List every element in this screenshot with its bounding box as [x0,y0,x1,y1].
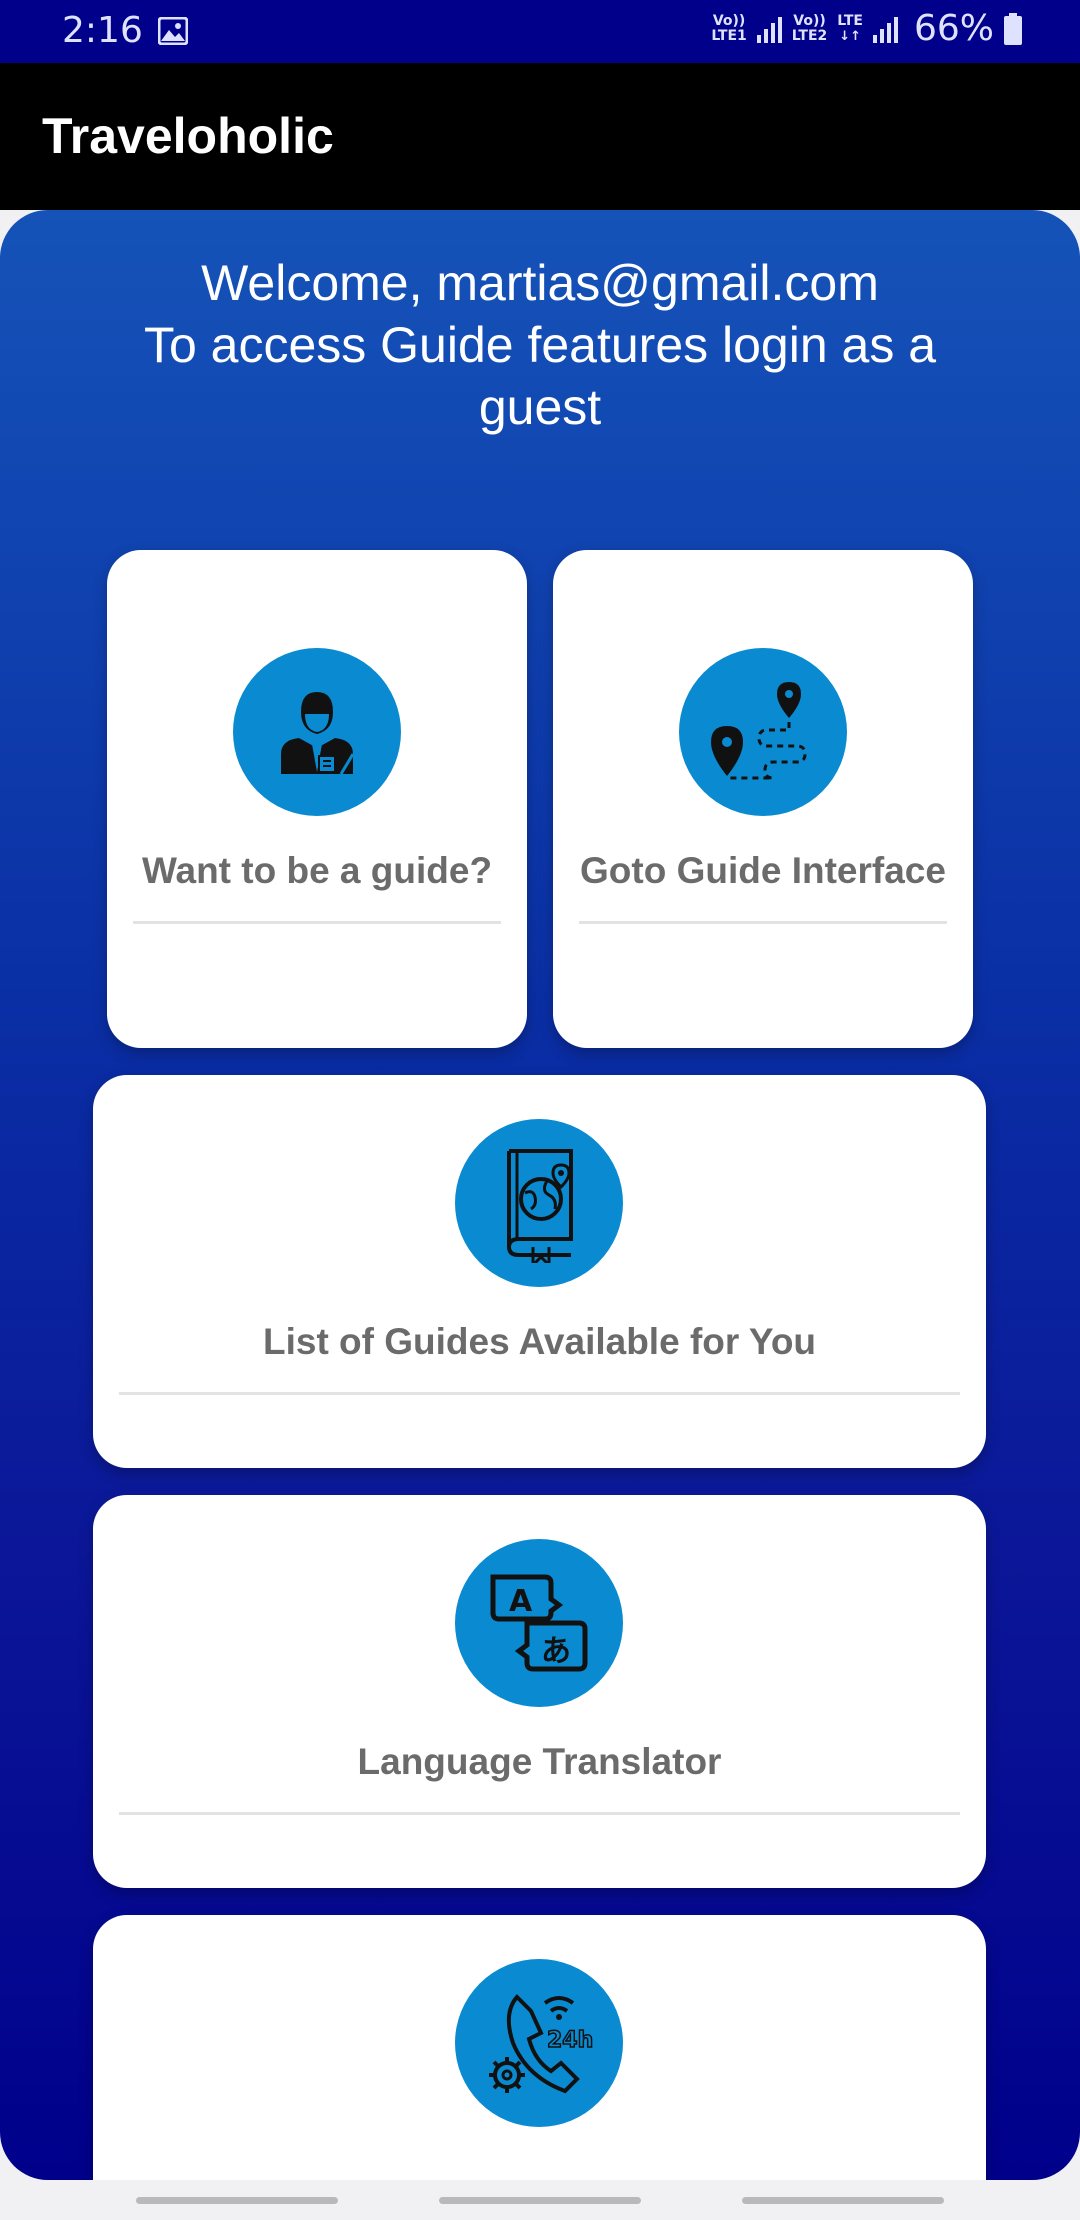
signal-2-icon [872,15,898,43]
support-card[interactable]: 24h [93,1915,986,2180]
nav-recents-button[interactable] [136,2197,338,2204]
network-lte2: Vo)) LTE2 [791,12,828,44]
route-map-icon [679,648,847,816]
welcome-message: Welcome, martias@gmail.com To access Gui… [90,252,990,438]
translate-icon: A あ [455,1539,623,1707]
guide-interface-card[interactable]: Goto Guide Interface [553,550,973,1048]
translator-label: Language Translator [357,1741,722,1782]
travel-book-icon [455,1119,623,1287]
battery-percent: 66% [913,8,994,49]
welcome-line-guest: To access Guide features login as a gues… [143,317,937,435]
card-divider [579,921,947,924]
guides-list-card[interactable]: List of Guides Available for You [93,1075,986,1468]
app-bar: Traveloholic [0,63,1080,210]
status-bar: 2:16 Vo)) LTE1 Vo)) LTE2 LTE ↓↑ 66% [0,0,1080,63]
status-time: 2:16 [62,10,143,51]
app-title: Traveloholic [42,108,334,164]
support-24h-icon: 24h [455,1959,623,2127]
card-divider [119,1392,960,1395]
gallery-notification-icon [157,16,189,46]
guide-interface-label: Goto Guide Interface [580,850,946,891]
svg-text:24h: 24h [547,2028,593,2053]
card-divider [133,921,501,924]
main-panel: Welcome, martias@gmail.com To access Gui… [0,210,1080,2180]
become-guide-label: Want to be a guide? [141,850,493,891]
navigation-bar [0,2180,1080,2220]
welcome-line-email: Welcome, martias@gmail.com [201,255,879,311]
signal-1-icon [756,15,782,43]
network-lte1: Vo)) LTE1 [711,12,747,44]
svg-text:A: A [509,1584,533,1619]
translator-card[interactable]: A あ Language Translator [93,1495,986,1888]
guide-person-icon [233,648,401,816]
status-indicators: Vo)) LTE1 Vo)) LTE2 LTE ↓↑ 66% [711,8,1022,49]
battery-icon [1004,12,1022,45]
nav-home-button[interactable] [439,2197,641,2204]
become-guide-card[interactable]: Want to be a guide? [107,550,527,1048]
guides-list-label: List of Guides Available for You [262,1321,817,1362]
nav-back-button[interactable] [742,2197,944,2204]
card-divider [119,1812,960,1815]
network-lte-data: LTE ↓↑ [837,12,863,44]
svg-text:あ: あ [541,1634,571,1669]
